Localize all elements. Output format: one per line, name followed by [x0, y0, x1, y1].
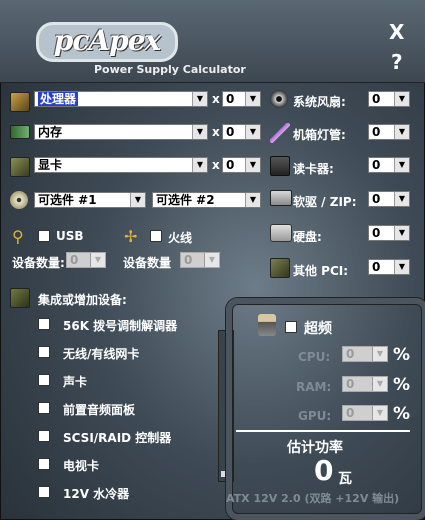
lights-select[interactable]: 0 ▼: [368, 124, 410, 140]
gpu-icon: [10, 157, 30, 177]
gpu-select[interactable]: 显卡 ▼: [34, 157, 208, 173]
overclock-ram-label: RAM:: [296, 380, 332, 394]
cpu-qty-select[interactable]: 0 ▼: [222, 91, 261, 107]
firewire-count-select[interactable]: 0 ▼: [180, 252, 220, 268]
tv-card-checkbox[interactable]: [38, 458, 50, 470]
water-cooler-checkbox[interactable]: [38, 486, 50, 498]
gpu-x-label: x: [212, 158, 220, 172]
result-divider: [236, 430, 410, 432]
floppy-select[interactable]: 0 ▼: [368, 191, 410, 207]
overclock-gpu-select[interactable]: 0 ▼: [342, 405, 388, 421]
usb-icon: ⚲: [12, 227, 24, 246]
ram-x-label: x: [212, 125, 220, 139]
pci-label: 其他 PCI:: [293, 264, 349, 278]
estimated-power-value: 0: [314, 454, 334, 487]
firewire-checkbox[interactable]: [150, 230, 162, 242]
usb-checkbox[interactable]: [38, 230, 50, 242]
disc-icon: [10, 191, 28, 209]
integrated-item-modem: 56K 拨号调制解调器: [63, 319, 178, 333]
fans-select[interactable]: 0 ▼: [368, 91, 410, 107]
floppy-icon: [270, 190, 292, 206]
integrated-item-front-audio: 前置音频面板: [63, 403, 136, 417]
hdd-select[interactable]: 0 ▼: [368, 225, 410, 241]
gpu-qty-select[interactable]: 0 ▼: [222, 157, 261, 173]
optional1-select[interactable]: 可选件 #1 ▼: [34, 192, 146, 208]
hard-disk-icon: [270, 224, 292, 242]
integrated-item-scsi-raid: SCSI/RAID 控制器: [63, 431, 172, 445]
cardreader-select[interactable]: 0 ▼: [368, 157, 410, 173]
pci-card-icon: [270, 258, 290, 278]
overclock-cpu-percent: %: [393, 345, 411, 365]
firewire-device-count-label: 设备数量: [123, 256, 172, 270]
overclock-ram-select[interactable]: 0 ▼: [342, 376, 388, 392]
overclock-ram-percent: %: [393, 375, 411, 395]
overclock-cpu-select[interactable]: 0 ▼: [342, 346, 388, 362]
app-tagline: Power Supply Calculator: [94, 63, 246, 76]
integrated-item-water-cooler: 12V 水冷器: [63, 487, 130, 501]
fans-label: 系统风扇:: [293, 95, 346, 109]
overclock-cpu-label: CPU:: [298, 350, 331, 364]
sound-card-checkbox[interactable]: [38, 374, 50, 386]
scsi-raid-checkbox[interactable]: [38, 430, 50, 442]
overclock-gpu-percent: %: [393, 404, 411, 424]
firewire-label: 火线: [168, 231, 193, 245]
ram-qty-select[interactable]: 0 ▼: [222, 124, 261, 140]
overclock-label: 超频: [304, 321, 332, 337]
network-card-checkbox[interactable]: [38, 346, 50, 358]
psu-standard-footer: ATX 12V 2.0 (双路 +12V 输出): [226, 492, 400, 505]
fan-icon: [270, 90, 288, 108]
cpu-x-label: x: [212, 92, 220, 106]
integrated-item-sound: 声卡: [63, 375, 88, 389]
motherboard-icon: [10, 288, 30, 308]
integrated-item-tv-card: 电视卡: [63, 459, 100, 473]
cardreader-label: 读卡器:: [293, 162, 334, 176]
optional2-select[interactable]: 可选件 #2 ▼: [152, 192, 261, 208]
usb-count-select[interactable]: 0 ▼: [66, 252, 106, 268]
front-audio-checkbox[interactable]: [38, 402, 50, 414]
cpu-icon: [10, 92, 30, 112]
overclock-icon: [258, 314, 276, 336]
estimated-power-unit: 瓦: [338, 471, 352, 487]
usb-device-count-label: 设备数量:: [12, 256, 65, 270]
hdd-label: 硬盘:: [293, 230, 322, 244]
ram-icon: [10, 125, 30, 139]
card-reader-icon: [270, 156, 290, 176]
pci-select[interactable]: 0 ▼: [368, 259, 410, 275]
firewire-icon: ✢: [124, 227, 138, 246]
modem-checkbox[interactable]: [38, 318, 50, 330]
floppy-label: 软驱 / ZIP:: [293, 195, 357, 209]
integrated-item-network: 无线/有线网卡: [63, 347, 140, 361]
close-button[interactable]: X: [389, 20, 404, 44]
header-banner: pcApex Power Supply Calculator X ?: [0, 0, 425, 83]
overclock-gpu-label: GPU:: [298, 409, 332, 423]
help-button[interactable]: ?: [391, 50, 403, 74]
pcapex-logo: pcApex: [36, 22, 178, 62]
cpu-select[interactable]: 处理器 ▼: [34, 91, 208, 107]
integrated-title: 集成或增加设备:: [38, 293, 127, 307]
ram-select[interactable]: 内存 ▼: [34, 124, 208, 140]
lights-label: 机箱灯管:: [293, 128, 346, 142]
case-light-icon: [270, 123, 290, 143]
usb-label: USB: [56, 229, 84, 243]
overclock-checkbox[interactable]: [285, 321, 297, 333]
